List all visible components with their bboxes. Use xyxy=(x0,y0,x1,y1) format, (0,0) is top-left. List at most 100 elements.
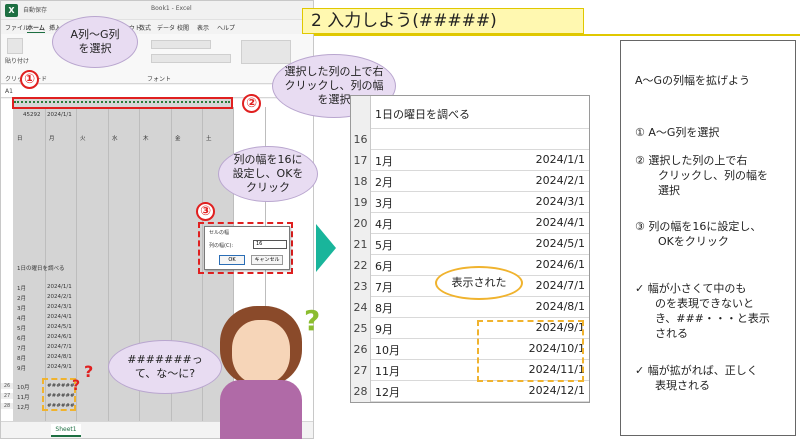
zoom-month: 12月 xyxy=(375,386,400,399)
row-date[interactable]: 2024/9/1 xyxy=(47,364,72,370)
column-width-dialog: セルの幅 列の幅(C): 16 OK キャンセル xyxy=(204,226,290,270)
row-number: 25 xyxy=(351,318,371,339)
row-month[interactable]: 3月 xyxy=(17,304,26,312)
row-number[interactable]: 27 xyxy=(1,393,13,399)
row-number xyxy=(351,96,371,129)
row-date[interactable]: 2024/6/1 xyxy=(47,334,72,340)
menu-data[interactable]: データ xyxy=(157,23,175,32)
row-number: 27 xyxy=(351,360,371,381)
menu-review[interactable]: 校閲 xyxy=(177,23,189,32)
row-month[interactable]: 8月 xyxy=(17,354,26,362)
row-date[interactable]: 2024/5/1 xyxy=(47,324,72,330)
row-number: 26 xyxy=(351,339,371,360)
row-month[interactable]: 7月 xyxy=(17,344,26,352)
note-item3-line2: OKをクリック xyxy=(658,235,729,248)
cell-b1[interactable]: 2024/1/1 xyxy=(47,112,72,118)
cell-a1[interactable]: 45292 xyxy=(23,112,41,118)
zoom-row: 20 4月 2024/4/1 xyxy=(351,213,589,234)
title-bar: X 自動保存 Book1 - Excel xyxy=(1,1,313,20)
row-date[interactable]: 2024/2/1 xyxy=(47,294,72,300)
zoom-date: 2024/5/1 xyxy=(535,237,585,250)
row-month[interactable]: 5月 xyxy=(17,324,26,332)
row-date[interactable]: 2024/3/1 xyxy=(47,304,72,310)
zoom-date: 2024/6/1 xyxy=(535,258,585,271)
note-item3-line1: ③ 列の幅を16に設定し、 xyxy=(635,220,762,233)
zoom-date: 2024/8/1 xyxy=(535,300,585,313)
callout-step3-text: 列の幅を16に設定し、OKをクリック xyxy=(232,153,304,194)
font-format-buttons[interactable] xyxy=(151,54,231,63)
menu-view[interactable]: 表示 xyxy=(197,23,209,32)
column-width-input[interactable]: 16 xyxy=(253,240,287,249)
weekday-sun: 日 xyxy=(17,136,23,142)
row-number[interactable]: 26 xyxy=(1,383,13,389)
row-date[interactable]: 2024/1/1 xyxy=(47,284,72,290)
cancel-button[interactable]: キャンセル xyxy=(251,255,283,265)
zoom-month: 11月 xyxy=(375,365,400,378)
note-item2-line1: ② 選択した列の上で右 xyxy=(635,154,748,167)
weekday-wed: 水 xyxy=(112,136,118,142)
dialog-title: セルの幅 xyxy=(209,230,230,236)
column-width-label: 列の幅(C): xyxy=(209,243,234,249)
ok-button[interactable]: OK xyxy=(219,255,245,265)
zoom-month: 5月 xyxy=(375,239,393,252)
row-month[interactable]: 6月 xyxy=(17,334,26,342)
note-item2-line3: 選択 xyxy=(658,184,680,197)
note-tip1-line4: される xyxy=(655,327,688,340)
zoom-row: 19 3月 2024/3/1 xyxy=(351,192,589,213)
paste-icon[interactable] xyxy=(7,38,23,54)
menu-bar: ファイル ホーム 挿入 描画 ページレイアウト 数式 データ 校閲 表示 ヘルプ xyxy=(1,20,313,34)
weekday-thu: 木 xyxy=(143,136,149,142)
zoom-row: 21 5月 2024/5/1 xyxy=(351,234,589,255)
column-headers-selection[interactable] xyxy=(12,97,233,109)
row-month[interactable]: 4月 xyxy=(17,314,26,322)
font-group-label: フォント xyxy=(147,76,172,83)
row-number[interactable]: 28 xyxy=(1,403,13,409)
note-item2-line2: クリックし、列の幅を xyxy=(658,169,768,182)
zoom-month: 7月 xyxy=(375,281,393,294)
row-date[interactable]: 2024/4/1 xyxy=(47,314,72,320)
zoom-month: 1月 xyxy=(375,155,393,168)
menu-home[interactable]: ホーム xyxy=(27,23,45,33)
name-box[interactable]: A1 xyxy=(5,88,13,95)
zoom-row: 28 12月 2024/12/1 xyxy=(351,381,589,402)
row-month[interactable]: 9月 xyxy=(17,364,26,372)
zoom-row: 16 xyxy=(351,129,589,150)
weekday-fri: 金 xyxy=(175,136,181,142)
font-size-select[interactable] xyxy=(151,40,211,49)
row-date[interactable]: 2024/7/1 xyxy=(47,344,72,350)
character-face xyxy=(232,320,290,384)
callout-step1: A列～G列を選択 xyxy=(52,16,138,68)
weekday-tue: 火 xyxy=(80,136,86,142)
note-tip2-line1: ✓ 幅が拡がれば、正しく xyxy=(635,364,758,377)
right-arrow-icon xyxy=(316,224,336,272)
row-month[interactable]: 12月 xyxy=(17,403,30,411)
zoom-row: 24 8月 2024/8/1 xyxy=(351,297,589,318)
question-bubble: #######って、な～に? xyxy=(108,340,222,394)
zoom-date: 2024/7/1 xyxy=(535,279,585,292)
menu-formulas[interactable]: 数式 xyxy=(139,23,151,32)
zoom-section-title: 1日の曜日を調べる xyxy=(375,108,470,121)
menu-file[interactable]: ファイル xyxy=(5,23,29,32)
row-month[interactable]: 11月 xyxy=(17,393,30,401)
zoom-month: 9月 xyxy=(375,323,393,336)
tab-sheet1[interactable]: Sheet1 xyxy=(51,424,81,437)
row-month[interactable]: 1月 xyxy=(17,284,26,292)
zoom-date: 2024/12/1 xyxy=(528,384,585,397)
weekday-sat: 土 xyxy=(206,136,212,142)
character-body xyxy=(220,380,302,439)
zoom-date: 2024/4/1 xyxy=(535,216,585,229)
menu-help[interactable]: ヘルプ xyxy=(217,23,235,32)
row-number: 28 xyxy=(351,381,371,402)
row-month[interactable]: 10月 xyxy=(17,383,30,391)
row-number: 21 xyxy=(351,234,371,255)
row-number: 18 xyxy=(351,171,371,192)
alignment-buttons[interactable] xyxy=(241,40,291,64)
zoom-month: 6月 xyxy=(375,260,393,273)
row-month[interactable]: 2月 xyxy=(17,294,26,302)
slide: X 自動保存 Book1 - Excel ファイル ホーム 挿入 描画 ページレ… xyxy=(0,0,800,439)
zoom-month: 10月 xyxy=(375,344,400,357)
row-date[interactable]: 2024/8/1 xyxy=(47,354,72,360)
row-number: 22 xyxy=(351,255,371,276)
autosave-label: 自動保存 xyxy=(23,7,48,14)
weekday-mon: 月 xyxy=(49,136,55,142)
